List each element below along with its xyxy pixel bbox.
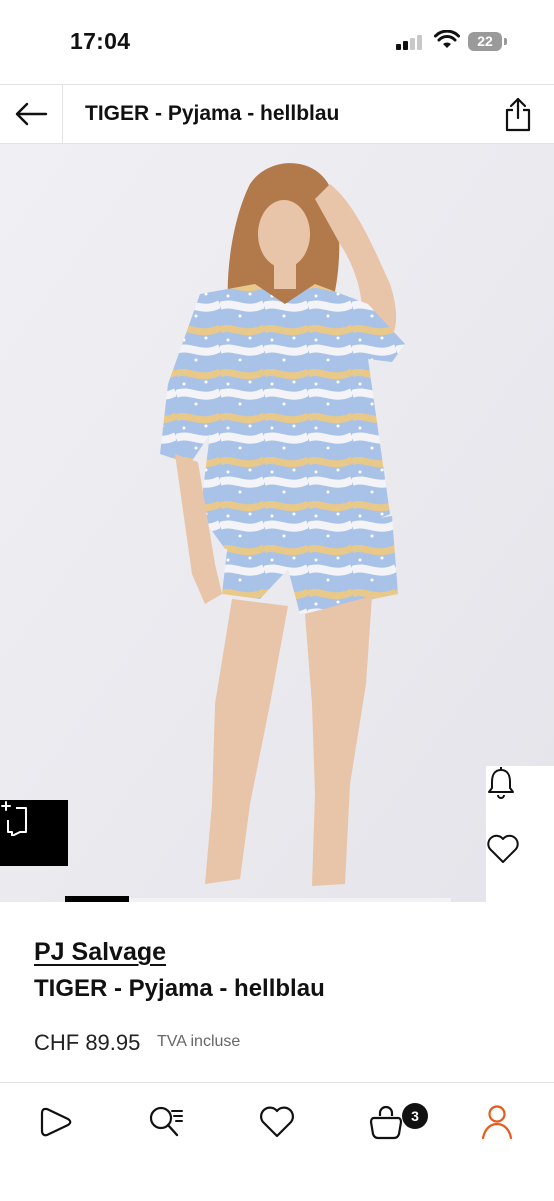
profile-icon — [481, 1105, 513, 1140]
model-illustration — [0, 144, 554, 902]
bag-icon — [369, 1105, 403, 1140]
tax-note: TVA incluse — [157, 1033, 241, 1050]
share-icon — [505, 97, 531, 132]
battery-icon: 22 — [468, 32, 502, 51]
product-name: TIGER - Pyjama - hellblau — [34, 975, 325, 1002]
brand-link[interactable]: PJ Salvage — [34, 938, 166, 967]
arrow-left-icon — [15, 102, 48, 126]
product-image[interactable] — [0, 144, 554, 902]
heart-icon — [487, 834, 519, 863]
pagination-track — [129, 898, 451, 902]
notify-button[interactable] — [486, 766, 554, 834]
compare-button[interactable] — [0, 800, 68, 866]
home-play-icon — [40, 1107, 72, 1137]
nav-wishlist[interactable] — [247, 1097, 307, 1147]
wifi-icon — [434, 29, 460, 55]
status-time: 17:04 — [70, 28, 131, 54]
nav-home[interactable] — [26, 1097, 86, 1147]
search-list-icon — [149, 1106, 183, 1137]
page-header: TIGER - Pyjama - hellblau — [0, 84, 554, 144]
image-pagination — [0, 896, 554, 902]
heart-icon — [260, 1106, 294, 1138]
nav-search[interactable] — [136, 1097, 196, 1147]
cart-count-badge: 3 — [402, 1103, 428, 1129]
signal-icon — [396, 34, 426, 50]
side-actions — [486, 766, 554, 902]
battery-tip — [504, 38, 507, 45]
compare-icon — [1, 801, 27, 836]
pagination-active — [65, 896, 129, 902]
share-button[interactable] — [500, 95, 536, 133]
battery-level: 22 — [477, 33, 493, 49]
product-price: CHF 89.95 — [34, 1030, 141, 1055]
favorite-button[interactable] — [486, 834, 554, 902]
bell-icon — [488, 767, 514, 799]
page-title: TIGER - Pyjama - hellblau — [85, 102, 340, 125]
status-bar: 17:04 22 — [0, 0, 554, 84]
back-button[interactable] — [0, 85, 63, 143]
bottom-nav: 3 — [0, 1082, 554, 1201]
nav-profile[interactable] — [467, 1097, 527, 1147]
